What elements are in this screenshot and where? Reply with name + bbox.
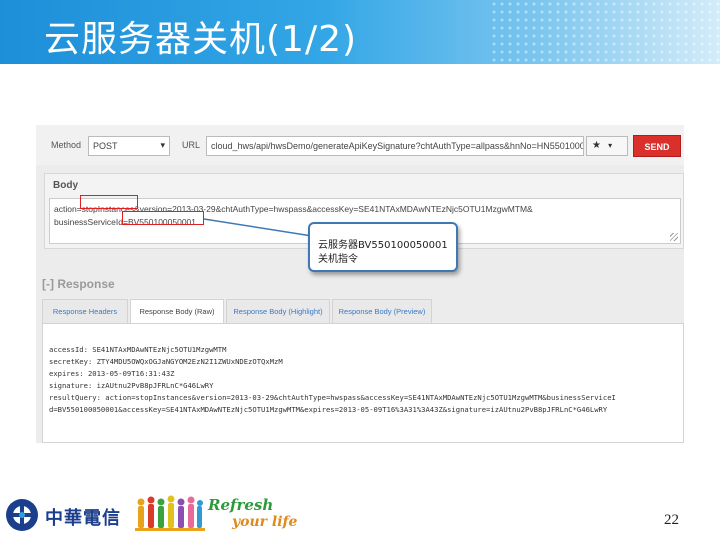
slide: 云服务器关机(1/2) Method POST ▾ URL cloud_hws/… <box>0 0 720 540</box>
api-tool-screenshot: Method POST ▾ URL cloud_hws/api/hwsDemo/… <box>36 125 684 443</box>
response-line: accessId: SE41NTAxMDAwNTEzNjc5OTU1MzgwMT… <box>49 345 227 354</box>
response-line: expires: 2013-05-09T16:31:43Z <box>49 369 175 378</box>
banner-dot-pattern <box>490 0 720 64</box>
highlight-service-id-box <box>122 211 204 225</box>
tab-response-body-preview[interactable]: Response Body (Preview) <box>332 299 432 323</box>
response-line: resultQuery: action=stopInstances&versio… <box>49 393 616 402</box>
callout-line-1: 云服务器BV550100050001 <box>318 240 448 251</box>
send-button[interactable]: SEND <box>633 135 681 157</box>
response-title[interactable]: [-] Response <box>42 277 115 291</box>
response-line: d=BV550100050001&accessKey=SE41NTAxMDAwN… <box>49 405 608 414</box>
highlight-action-box <box>80 195 138 209</box>
url-label: URL <box>182 140 201 150</box>
page-number: 22 <box>664 512 679 528</box>
method-label: Method <box>51 140 82 150</box>
tab-response-headers[interactable]: Response Headers <box>42 299 128 323</box>
method-value: POST <box>93 141 118 151</box>
response-line: secretKey: ZTY4MDU5OWQxOGJaNGYOM2EzN2I1Z… <box>49 357 283 366</box>
slogan-refresh: Refresh <box>208 496 274 514</box>
response-body-raw: accessId: SE41NTAxMDAwNTEzNjc5OTU1MzgwMT… <box>42 323 684 443</box>
star-icon: ★ <box>592 140 601 151</box>
request-toolbar: Method POST ▾ URL cloud_hws/api/hwsDemo/… <box>36 125 684 165</box>
slide-title: 云服务器关机(1/2) <box>44 19 358 60</box>
tab-response-body-highlight[interactable]: Response Body (Highlight) <box>226 299 330 323</box>
slogan-your-life: your life <box>232 514 298 530</box>
chevron-down-icon: ▾ <box>608 141 613 150</box>
tab-response-body-raw[interactable]: Response Body (Raw) <box>130 299 224 324</box>
people-graphic-icon <box>135 495 205 531</box>
company-name: 中華電信 <box>45 508 121 529</box>
response-line: signature: izAUtnu2PvB8pJFRLnC*G46LwRY <box>49 381 214 390</box>
title-banner: 云服务器关机(1/2) <box>0 0 720 64</box>
url-input[interactable]: cloud_hws/api/hwsDemo/generateApiKeySign… <box>206 136 584 156</box>
chevron-down-icon: ▾ <box>160 140 165 150</box>
url-options-button[interactable]: ★ ▾ <box>586 136 628 156</box>
callout-box: 云服务器BV550100050001 关机指令 <box>308 222 458 272</box>
method-select[interactable]: POST ▾ <box>88 136 170 156</box>
cht-logo-icon <box>6 499 38 531</box>
callout-line-2: 关机指令 <box>318 254 358 265</box>
resize-grip-icon[interactable] <box>670 233 678 241</box>
body-label: Body <box>53 180 78 191</box>
cht-logo: 中華電信 <box>5 494 135 538</box>
url-value: cloud_hws/api/hwsDemo/generateApiKeySign… <box>211 141 584 151</box>
